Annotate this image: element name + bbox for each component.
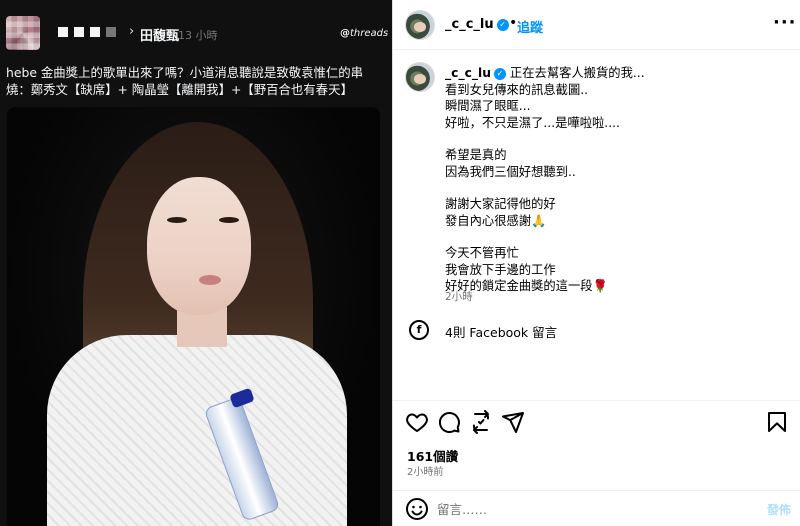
avatar[interactable] [405, 10, 435, 40]
caption-line: 正在去幫客人搬貨的我... [509, 66, 645, 80]
verified-badge-icon: ✓ [496, 18, 509, 31]
facebook-icon: f [409, 320, 429, 340]
post-comment-button[interactable]: 發佈 [767, 501, 791, 518]
chevron-right-icon: › [129, 24, 135, 39]
caption-line: 發自內心很感謝🙏 [445, 213, 547, 228]
heart-icon[interactable] [405, 410, 429, 434]
threads-post-header: › 田馥甄 13 小時 @threads [0, 0, 392, 60]
caption-avatar[interactable] [405, 62, 435, 92]
post-timestamp: 2小時前 [407, 467, 444, 478]
divider [393, 400, 800, 401]
share-icon[interactable] [469, 410, 493, 434]
caption-line: 因為我們三個好想聽到.. [445, 164, 576, 179]
verified-badge-icon: ✓ [494, 67, 506, 80]
divider [393, 490, 800, 491]
more-options-icon[interactable]: ··· [773, 12, 797, 33]
action-bar [405, 410, 790, 438]
caption-line: 希望是真的 [445, 148, 507, 162]
comment-icon[interactable] [437, 410, 461, 434]
caption-line: 我會放下手邊的工作 [445, 262, 556, 277]
caption-line: 好好的鎖定金曲獎的這一段🌹 [445, 279, 608, 293]
emoji-icon[interactable] [405, 497, 429, 521]
post-header: _c_c_lu ✓ • 追蹤 ··· [393, 0, 800, 50]
caption-line: 謝謝大家記得他的好 [445, 197, 556, 211]
threads-brand-label: threads [350, 28, 389, 39]
facebook-comments-label: 4則 Facebook 留言 [445, 325, 558, 340]
singer-photo [7, 107, 380, 526]
username-label: _c_c_lu [445, 17, 494, 32]
threads-post-time: 13 小時 [178, 29, 218, 42]
threads-screenshot: › 田馥甄 13 小時 @threads hebe 金曲獎上的歌單出來了嗎？小道… [0, 0, 392, 526]
comment-input[interactable] [437, 500, 747, 518]
censored-username [58, 27, 116, 37]
caption-line: 今天不管再忙 [445, 246, 519, 260]
caption-username[interactable]: _c_c_lu [445, 66, 491, 80]
caption-line: 瞬間濕了眼眶... [445, 99, 531, 113]
post-caption: _c_c_lu ✓ 正在去幫客人搬貨的我... 看到女兒傳來的訊息截圖.. 瞬間濕… [445, 65, 785, 295]
send-icon[interactable] [501, 410, 525, 434]
threads-logo-icon: @threads [340, 28, 389, 39]
facebook-comments-link[interactable]: f 4則 Facebook 留言 [409, 318, 557, 342]
threads-author-name: 田馥甄 [140, 29, 180, 44]
instagram-panel: _c_c_lu ✓ • 追蹤 ··· _c_c_lu ✓ 正在去幫客人搬貨的我...… [393, 0, 800, 526]
caption-line: 好啦，不只是濕了...是嘩啦啦.... [445, 115, 620, 130]
bookmark-icon[interactable] [765, 410, 789, 434]
caption-timestamp[interactable]: 2小時 [445, 289, 473, 304]
username-link[interactable]: _c_c_lu ✓ [445, 17, 509, 32]
threads-post-text: hebe 金曲獎上的歌單出來了嗎？小道消息聽說是致敬袁惟仁的串燒：鄭秀文【缺席】… [6, 65, 364, 97]
caption-line: 看到女兒傳來的訊息截圖.. [445, 82, 589, 97]
blurred-avatar [6, 16, 40, 50]
follow-button[interactable]: 追蹤 [517, 17, 543, 36]
